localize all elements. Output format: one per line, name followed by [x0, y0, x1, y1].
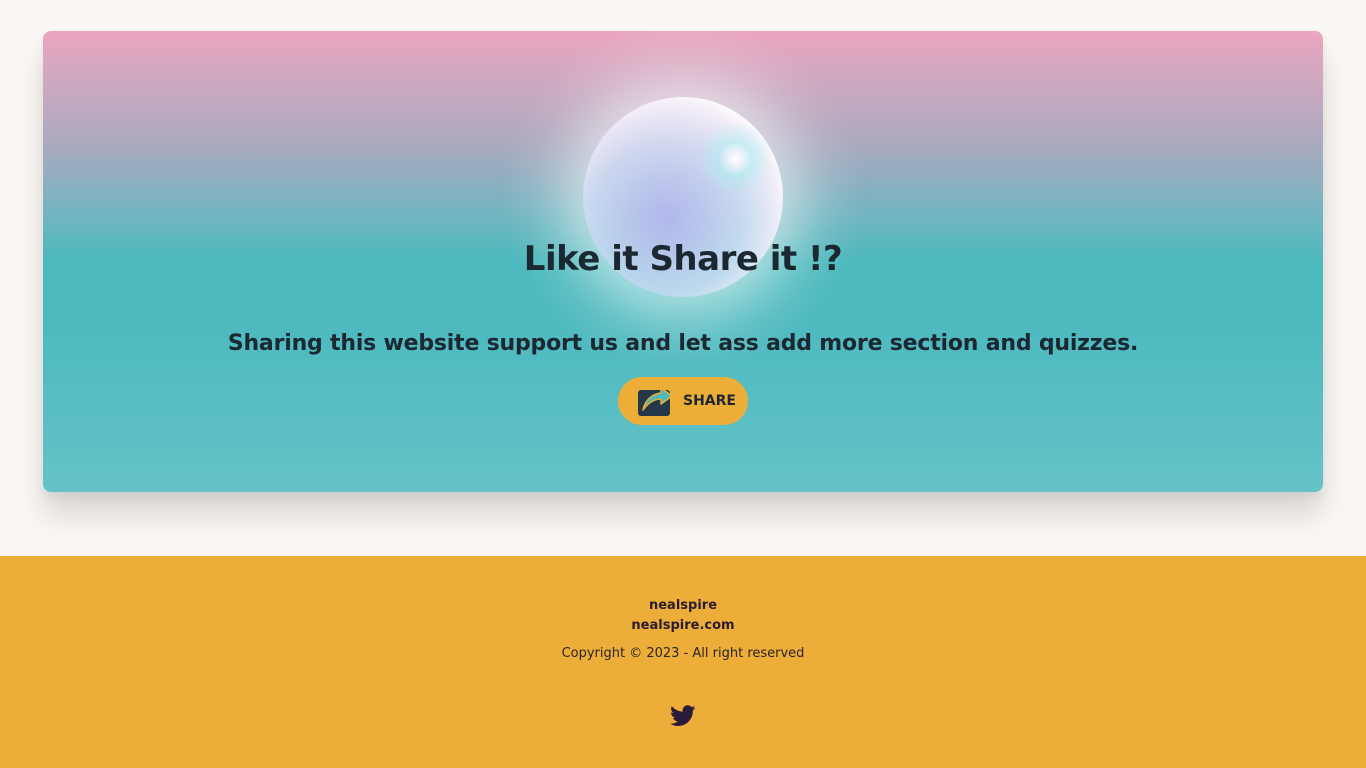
hero-subtitle: Sharing this website support us and let … [227, 331, 1139, 356]
share-button-label: SHARE [683, 393, 736, 409]
footer: nealspire nealspire.com Copyright © 2023… [0, 556, 1366, 768]
page: Like it Share it !? Sharing this website… [0, 0, 1366, 768]
footer-brand: nealspire [648, 598, 718, 613]
footer-domain-link[interactable]: nealspire.com [0, 618, 1366, 633]
twitter-icon [670, 705, 696, 726]
share-arrow-icon [638, 387, 673, 416]
hero-title: Like it Share it !? [523, 239, 843, 279]
share-button[interactable]: SHARE [618, 377, 748, 425]
share-hero-card: Like it Share it !? Sharing this website… [43, 31, 1323, 492]
footer-copyright: Copyright © 2023 - All right reserved [561, 646, 805, 661]
twitter-link[interactable] [670, 705, 696, 727]
